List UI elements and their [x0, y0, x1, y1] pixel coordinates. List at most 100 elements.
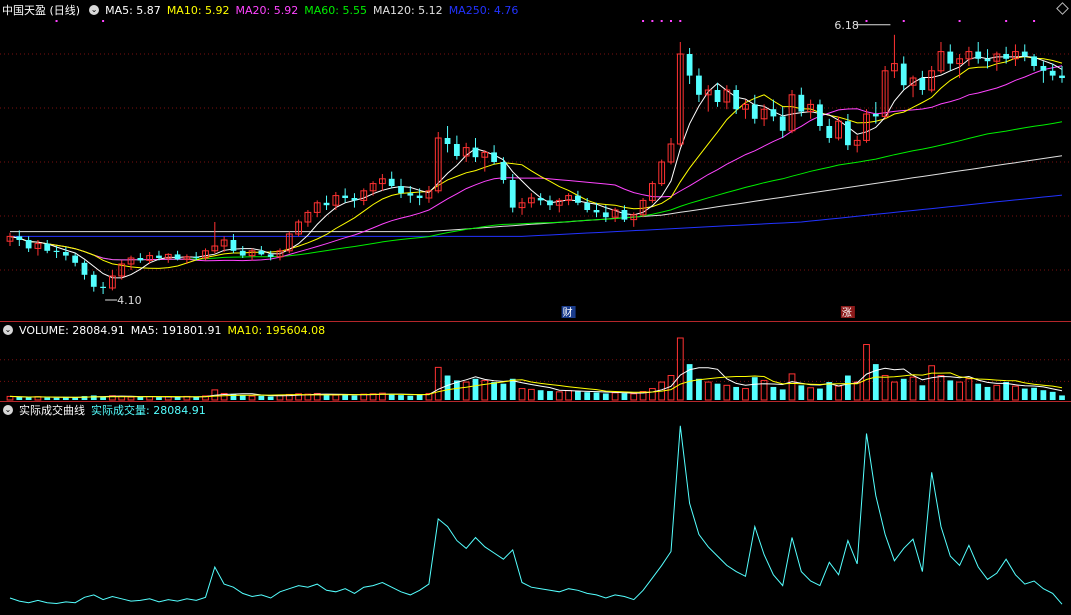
volume-bar — [16, 397, 23, 400]
candle-body — [826, 126, 833, 138]
volume-bar — [602, 393, 609, 400]
volume-bar — [416, 394, 423, 400]
volume-bar — [342, 394, 349, 400]
ma120-label: MA120: 5.12 — [372, 3, 443, 17]
candle-body — [1003, 54, 1010, 59]
event-dot — [902, 20, 905, 22]
candle-body — [751, 104, 758, 119]
candle-body — [1049, 70, 1056, 76]
curve-settings-icon[interactable]: ⌄ — [3, 405, 13, 415]
event-dot — [1033, 20, 1036, 22]
candle-body — [239, 250, 246, 256]
event-dot — [669, 20, 672, 22]
volume-bar — [826, 382, 833, 400]
volume-bar — [900, 378, 907, 400]
volume-bar — [788, 373, 796, 401]
candle-body — [1021, 51, 1028, 57]
cai-marker: 财 — [563, 306, 573, 319]
candle-body — [16, 236, 23, 240]
candle-body — [25, 240, 32, 249]
volume-ma10-label: MA10: 195604.08 — [227, 323, 326, 337]
volume-bar — [407, 395, 414, 400]
candle-body — [453, 144, 460, 156]
volume-bar — [323, 394, 330, 400]
volume-bar — [928, 365, 936, 401]
settings-circle-icon[interactable]: ⌄ — [89, 5, 100, 15]
volume-bar — [909, 376, 917, 401]
volume-bar — [611, 392, 619, 401]
zhang-marker: 涨 — [842, 307, 852, 319]
candle-body — [351, 198, 358, 201]
volume-bar — [174, 397, 181, 400]
candle-body — [53, 250, 60, 252]
candle-body — [388, 178, 395, 186]
volume-bar — [742, 388, 749, 401]
candle-body — [407, 193, 414, 196]
candle-body — [72, 255, 79, 263]
candle-body — [62, 252, 69, 256]
candle-body — [575, 195, 581, 203]
volume-bar — [817, 388, 823, 400]
candle-body — [416, 195, 423, 198]
volume-bar — [881, 375, 889, 401]
volume-bar — [947, 380, 954, 400]
candle-body — [81, 262, 88, 275]
candle-body — [584, 202, 591, 210]
ma10-label: MA10: 5.92 — [166, 3, 230, 17]
volume-bar — [434, 366, 442, 401]
candle-body — [733, 90, 740, 110]
volume-bar — [332, 394, 340, 401]
candle-body — [714, 90, 721, 102]
volume-bar — [90, 395, 97, 400]
volume-bar — [509, 378, 516, 400]
volume-bar — [984, 386, 991, 400]
actual-volume-curve — [9, 425, 1063, 605]
candle-body — [779, 116, 786, 131]
high-price-label: 6.18 — [834, 19, 859, 32]
volume-bar — [696, 378, 702, 400]
volume-bar — [584, 392, 591, 400]
candle-body — [44, 243, 51, 251]
stock-title[interactable]: 中国天盈 (日线) — [2, 2, 80, 18]
volume-bar — [444, 375, 451, 400]
volume-bar — [676, 337, 684, 401]
ma60-label: MA60: 5.55 — [304, 3, 367, 17]
candle-body — [872, 114, 879, 117]
curve-name-label: 实际成交曲线 — [19, 404, 85, 417]
event-dot — [642, 20, 645, 22]
volume-settings-icon[interactable]: ⌄ — [3, 325, 13, 335]
volume-bar — [648, 388, 656, 401]
candle-body — [621, 210, 628, 220]
volume-bar — [835, 385, 842, 401]
volume-bar — [779, 389, 786, 400]
ma60-line — [9, 121, 1063, 261]
volume-bar — [555, 391, 563, 401]
volume-bar — [770, 386, 777, 400]
volume-bar — [975, 383, 982, 400]
candle-body — [174, 254, 181, 260]
candle-body — [1040, 66, 1047, 71]
volume-bar — [956, 381, 963, 401]
price-panel-header: 中国天盈 (日线) ⌄ MA5: 5.87 MA10: 5.92 MA20: 5… — [0, 2, 1071, 18]
volume-bar — [853, 381, 861, 401]
volume-bar — [630, 393, 638, 401]
candle-body — [798, 94, 805, 112]
candle-body — [472, 147, 479, 158]
volume-bar — [137, 396, 144, 400]
volume-bar — [500, 383, 507, 400]
volume-bar — [248, 395, 256, 401]
volume-bar — [527, 388, 535, 401]
volume-bar — [937, 375, 945, 401]
volume-bar — [575, 391, 581, 400]
candle-body — [100, 286, 106, 288]
volume-bar — [351, 395, 358, 400]
low-price-label: 4.10 — [117, 294, 142, 307]
volume-bar — [891, 381, 898, 401]
stock-chart[interactable]: 6.18 4.10 财 涨 — [0, 0, 1071, 615]
candle-body — [398, 186, 404, 194]
volume-bar — [1012, 385, 1019, 401]
candle-body — [984, 58, 991, 62]
candle-body — [444, 138, 451, 144]
curve-panel-header: ⌄ 实际成交曲线 实际成交量: 28084.91 — [0, 403, 1071, 417]
candle-body — [919, 78, 926, 90]
